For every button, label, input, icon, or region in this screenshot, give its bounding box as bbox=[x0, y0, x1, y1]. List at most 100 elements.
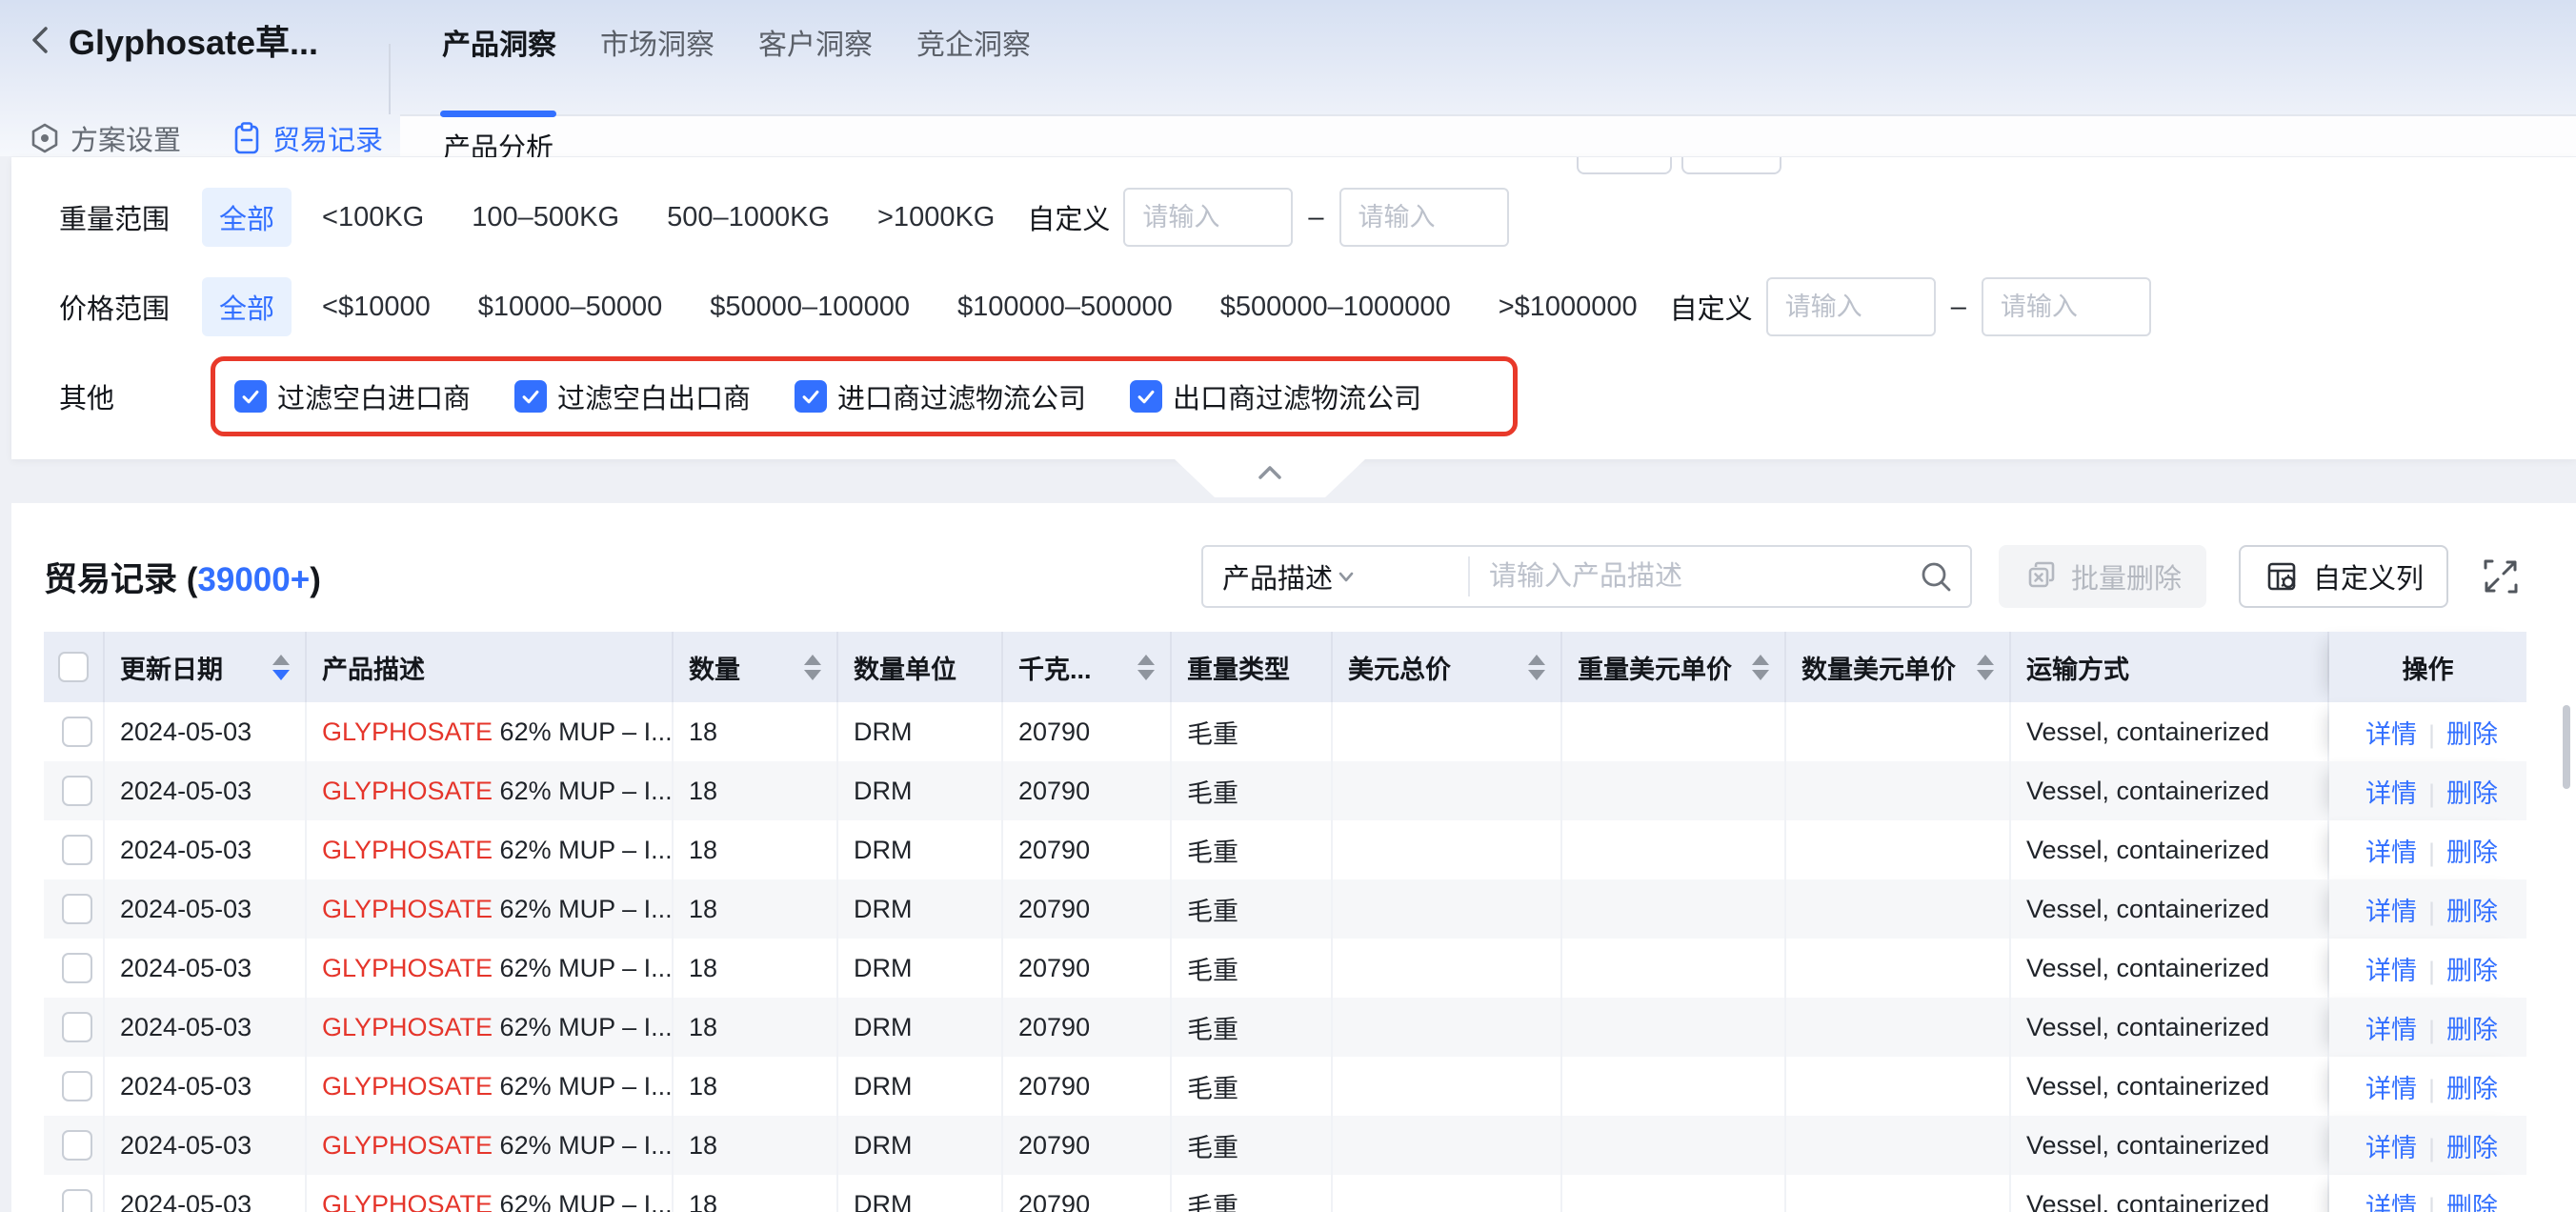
column-header: 数量单位 bbox=[838, 649, 1001, 686]
price-min-input[interactable] bbox=[1766, 277, 1936, 336]
row-checkbox[interactable] bbox=[62, 1130, 92, 1161]
select-all-checkbox[interactable] bbox=[58, 652, 89, 682]
filter-checkbox-过滤空白进口商[interactable]: 过滤空白进口商 bbox=[234, 376, 471, 416]
row-checkbox[interactable] bbox=[62, 894, 92, 924]
filter-checkbox-过滤空白出口商[interactable]: 过滤空白出口商 bbox=[514, 376, 751, 416]
detail-link[interactable]: 详情 bbox=[2365, 1075, 2417, 1103]
filter-chip[interactable]: 全部 bbox=[202, 188, 292, 247]
weight-min-input[interactable] bbox=[1123, 188, 1293, 247]
fullscreen-icon[interactable] bbox=[2479, 555, 2523, 598]
delete-link[interactable]: 删除 bbox=[2446, 720, 2498, 749]
sort-desc-icon[interactable] bbox=[1528, 670, 1545, 680]
col-数量美元单价[interactable]: 数量美元单价 bbox=[1786, 632, 2011, 702]
sort-arrows[interactable] bbox=[261, 655, 290, 680]
detail-link[interactable]: 详情 bbox=[2365, 1134, 2417, 1162]
col-千克...[interactable]: 千克... bbox=[1003, 632, 1172, 702]
filter-chip[interactable]: 全部 bbox=[202, 277, 292, 336]
delete-link[interactable]: 删除 bbox=[2446, 898, 2498, 926]
delete-link[interactable]: 删除 bbox=[2446, 1016, 2498, 1044]
search-icon[interactable] bbox=[1917, 557, 1955, 596]
detail-link[interactable]: 详情 bbox=[2365, 898, 2417, 926]
filter-chip[interactable]: 500–1000KG bbox=[650, 192, 847, 243]
sort-arrows[interactable] bbox=[793, 655, 821, 680]
sort-desc-icon[interactable] bbox=[1137, 670, 1155, 680]
price-custom-label[interactable]: 自定义 bbox=[1670, 287, 1753, 327]
filter-chip[interactable]: $100000–500000 bbox=[940, 282, 1190, 333]
cell-weight-type: 毛重 bbox=[1172, 820, 1333, 879]
filter-chip[interactable]: $500000–1000000 bbox=[1203, 282, 1468, 333]
filter-checkbox-进口商过滤物流公司[interactable]: 进口商过滤物流公司 bbox=[795, 376, 1086, 416]
sort-arrows[interactable] bbox=[1126, 655, 1155, 680]
detail-link[interactable]: 详情 bbox=[2365, 1193, 2417, 1212]
row-checkbox[interactable] bbox=[62, 1012, 92, 1042]
custom-columns-button[interactable]: 自定义列 bbox=[2239, 545, 2448, 608]
row-checkbox[interactable] bbox=[62, 1071, 92, 1101]
delete-link[interactable]: 删除 bbox=[2446, 1075, 2498, 1103]
filter-chip[interactable]: 100–500KG bbox=[454, 192, 636, 243]
detail-link[interactable]: 详情 bbox=[2365, 957, 2417, 985]
tab-市场洞察[interactable]: 市场洞察 bbox=[598, 13, 716, 116]
filter-chip[interactable]: <$10000 bbox=[305, 282, 448, 333]
delete-link[interactable]: 删除 bbox=[2446, 1134, 2498, 1162]
sort-asc-icon[interactable] bbox=[1137, 655, 1155, 665]
detail-link[interactable]: 详情 bbox=[2365, 1016, 2417, 1044]
sort-desc-icon[interactable] bbox=[1752, 670, 1769, 680]
tab-竞企洞察[interactable]: 竞企洞察 bbox=[915, 13, 1033, 116]
delete-link[interactable]: 删除 bbox=[2446, 1193, 2498, 1212]
cell-usd-total bbox=[1333, 702, 1562, 761]
sort-arrows[interactable] bbox=[1517, 655, 1545, 680]
detail-link[interactable]: 详情 bbox=[2365, 720, 2417, 749]
delete-link[interactable]: 删除 bbox=[2446, 838, 2498, 867]
back-chevron-icon[interactable] bbox=[25, 21, 59, 59]
row-checkbox[interactable] bbox=[62, 1189, 92, 1212]
search-field-select[interactable]: 产品描述 bbox=[1203, 547, 1468, 606]
product-highlight: GLYPHOSATE bbox=[322, 777, 493, 805]
weight-custom-label[interactable]: 自定义 bbox=[1027, 197, 1110, 237]
clipped-control-above[interactable] bbox=[1681, 157, 1781, 174]
sort-arrows[interactable] bbox=[1741, 655, 1769, 680]
sort-desc-icon[interactable] bbox=[272, 670, 290, 680]
filter-checkbox-出口商过滤物流公司[interactable]: 出口商过滤物流公司 bbox=[1130, 376, 1421, 416]
delete-link[interactable]: 删除 bbox=[2446, 779, 2498, 808]
cell-quantity: 18 bbox=[674, 702, 838, 761]
cell-product-description: GLYPHOSATE 62% MUP – I... bbox=[307, 761, 674, 820]
col-select-all[interactable] bbox=[44, 632, 105, 702]
clipped-control-above[interactable] bbox=[1577, 157, 1672, 174]
sort-arrows[interactable] bbox=[1965, 655, 1994, 680]
col-美元总价[interactable]: 美元总价 bbox=[1333, 632, 1562, 702]
cell-update-date: 2024-05-03 bbox=[105, 702, 307, 761]
sort-desc-icon[interactable] bbox=[804, 670, 821, 680]
delete-link[interactable]: 删除 bbox=[2446, 957, 2498, 985]
tab-客户洞察[interactable]: 客户洞察 bbox=[756, 13, 875, 116]
col-数量[interactable]: 数量 bbox=[674, 632, 838, 702]
tab-产品洞察[interactable]: 产品洞察 bbox=[440, 13, 558, 116]
price-max-input[interactable] bbox=[1982, 277, 2151, 336]
cell-actions: 详情|删除 bbox=[2329, 879, 2526, 939]
filter-chip[interactable]: $50000–100000 bbox=[693, 282, 927, 333]
row-checkbox[interactable] bbox=[62, 953, 92, 983]
sort-asc-icon[interactable] bbox=[272, 655, 290, 665]
sort-asc-icon[interactable] bbox=[1528, 655, 1545, 665]
detail-link[interactable]: 详情 bbox=[2365, 779, 2417, 808]
search-input[interactable] bbox=[1470, 547, 1917, 606]
row-checkbox[interactable] bbox=[62, 835, 92, 865]
detail-link[interactable]: 详情 bbox=[2365, 838, 2417, 867]
action-divider: | bbox=[2428, 838, 2435, 867]
filter-chip[interactable]: >1000KG bbox=[860, 192, 1012, 243]
table-scrollbar-thumb[interactable] bbox=[2563, 705, 2570, 789]
filter-chip[interactable]: <100KG bbox=[305, 192, 441, 243]
sort-desc-icon[interactable] bbox=[1977, 670, 1994, 680]
filter-chip[interactable]: $10000–50000 bbox=[461, 282, 680, 333]
column-label: 操作 bbox=[2403, 649, 2454, 686]
row-checkbox[interactable] bbox=[62, 717, 92, 747]
sort-asc-icon[interactable] bbox=[804, 655, 821, 665]
filter-collapse-handle[interactable] bbox=[1175, 459, 1365, 497]
weight-max-input[interactable] bbox=[1339, 188, 1509, 247]
col-重量美元单价[interactable]: 重量美元单价 bbox=[1562, 632, 1786, 702]
row-checkbox[interactable] bbox=[62, 776, 92, 806]
filter-chip[interactable]: >$1000000 bbox=[1481, 282, 1655, 333]
batch-delete-button[interactable]: 批量删除 bbox=[1999, 545, 2206, 608]
col-更新日期[interactable]: 更新日期 bbox=[105, 632, 307, 702]
sort-asc-icon[interactable] bbox=[1977, 655, 1994, 665]
sort-asc-icon[interactable] bbox=[1752, 655, 1769, 665]
